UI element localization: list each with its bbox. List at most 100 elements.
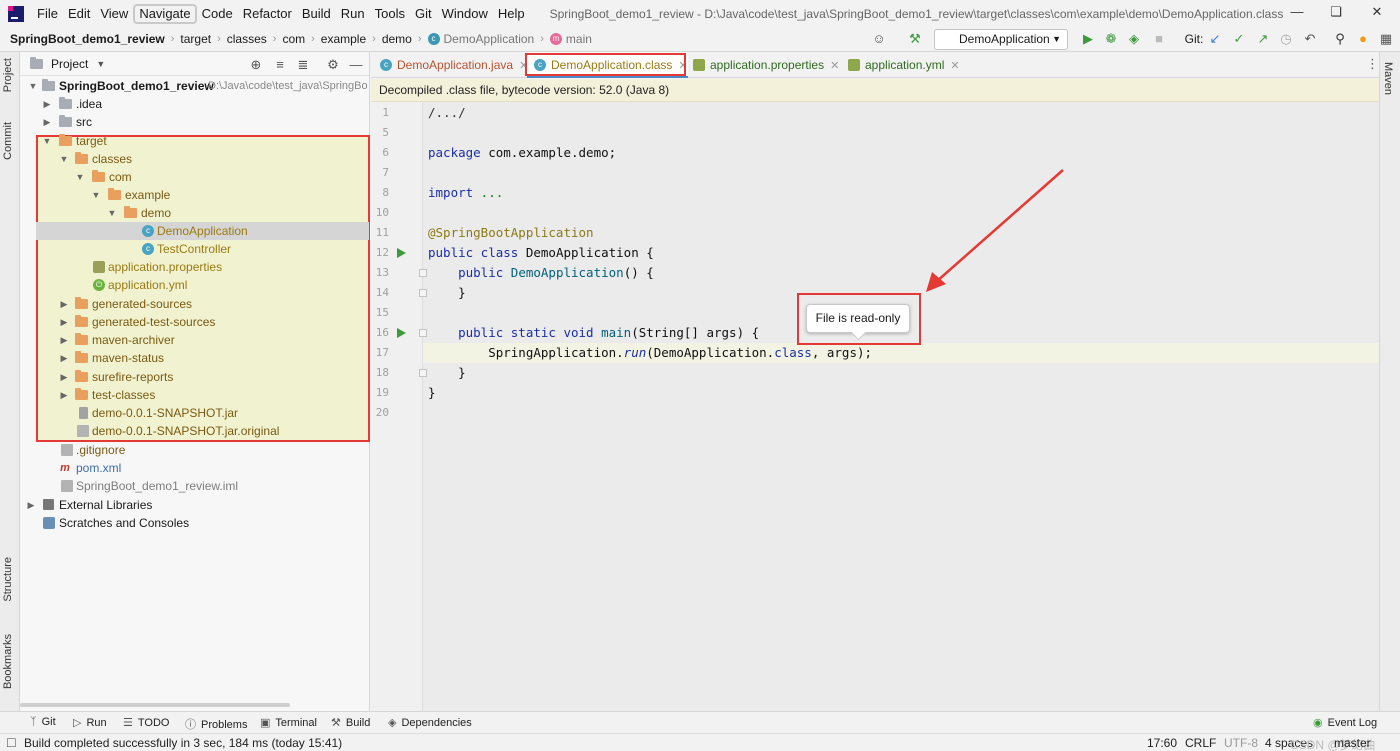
tree-row-snapshot-jar-original[interactable]: demo-0.0.1-SNAPSHOT.jar.original: [20, 422, 369, 440]
coverage-icon[interactable]: ◈: [1126, 31, 1142, 47]
close-window-icon[interactable]: ✕: [1368, 4, 1386, 20]
tree-row-external-libraries[interactable]: ▶ External Libraries: [20, 496, 369, 514]
chevron-down-icon[interactable]: ▼: [75, 168, 85, 186]
menu-git[interactable]: Git: [410, 0, 437, 27]
chevron-right-icon[interactable]: ▶: [59, 349, 69, 367]
tree-row-example[interactable]: ▼ example: [20, 186, 369, 204]
caret-position[interactable]: 17:60: [1147, 736, 1177, 750]
tab-application-properties[interactable]: application.properties ✕: [686, 52, 839, 78]
run-gutter-icon[interactable]: [397, 328, 406, 338]
menu-build[interactable]: Build: [297, 0, 336, 27]
chevron-right-icon[interactable]: ▶: [59, 313, 69, 331]
more-options-icon[interactable]: ⋮: [1366, 56, 1379, 72]
breadcrumb-demo[interactable]: demo: [382, 32, 412, 46]
menu-code[interactable]: Code: [197, 0, 238, 27]
chevron-down-icon[interactable]: ▼: [91, 186, 101, 204]
menu-tools[interactable]: Tools: [370, 0, 410, 27]
run-configuration-select[interactable]: DemoApplication ▼: [934, 29, 1068, 50]
tree-row-scratches[interactable]: Scratches and Consoles: [20, 514, 369, 532]
code-editor[interactable]: 1 5 6 7 8 10 11 12 13 14 15 16 17 18 19 …: [371, 102, 1379, 711]
tree-row-snapshot-jar[interactable]: demo-0.0.1-SNAPSHOT.jar: [20, 404, 369, 422]
code-token[interactable]: /.../: [428, 105, 466, 120]
close-tab-icon[interactable]: ✕: [830, 60, 839, 72]
chevron-right-icon[interactable]: ▶: [59, 295, 69, 313]
tree-row-gitignore[interactable]: .gitignore: [20, 441, 369, 459]
tool-problems-button[interactable]: ⓘ Problems: [185, 716, 247, 732]
tree-row-iml[interactable]: SpringBoot_demo1_review.iml: [20, 477, 369, 495]
tool-tab-bookmarks[interactable]: Bookmarks: [2, 634, 14, 689]
git-update-icon[interactable]: ↙: [1207, 31, 1223, 47]
tree-row-target[interactable]: ▼ target: [20, 132, 369, 150]
tool-build-button[interactable]: ⚒ Build: [331, 716, 370, 729]
tool-tab-project[interactable]: Project: [2, 58, 14, 92]
breadcrumb-demoapplication[interactable]: DemoApplication: [444, 32, 535, 46]
tree-row-pom[interactable]: m pom.xml: [20, 459, 369, 477]
rollback-icon[interactable]: ↶: [1302, 31, 1318, 47]
maximize-icon[interactable]: ❏: [1327, 4, 1345, 20]
git-commit-icon[interactable]: ✓: [1231, 31, 1247, 47]
code-token[interactable]: ...: [473, 185, 504, 200]
menu-help[interactable]: Help: [493, 0, 530, 27]
user-icon[interactable]: ☺: [871, 31, 887, 47]
tree-row-testcontroller[interactable]: c TestController: [20, 240, 369, 258]
tool-todo-button[interactable]: ☰ TODO: [123, 716, 169, 729]
breadcrumb-classes[interactable]: classes: [227, 32, 267, 46]
chevron-right-icon[interactable]: ▶: [26, 496, 36, 514]
fold-marker-icon[interactable]: [419, 289, 427, 297]
tool-event-log-button[interactable]: ◉ Event Log: [1313, 716, 1377, 729]
chevron-right-icon[interactable]: ▶: [59, 368, 69, 386]
menu-view[interactable]: View: [95, 0, 133, 27]
minimize-icon[interactable]: —: [1288, 4, 1306, 19]
git-branch[interactable]: master: [1334, 736, 1371, 750]
menu-window[interactable]: Window: [437, 0, 493, 27]
tree-row-application-yml[interactable]: ⏻ application.yml: [20, 276, 369, 294]
tree-row-classes[interactable]: ▼ classes: [20, 150, 369, 168]
git-push-icon[interactable]: ↗: [1255, 31, 1271, 47]
breadcrumb-example[interactable]: example: [321, 32, 366, 46]
tree-row-maven-archiver[interactable]: ▶ maven-archiver: [20, 331, 369, 349]
tool-tab-maven[interactable]: Maven: [1382, 62, 1394, 95]
tree-row-demo[interactable]: ▼ demo: [20, 204, 369, 222]
fold-marker-icon[interactable]: [419, 329, 427, 337]
tree-row-maven-status[interactable]: ▶ maven-status: [20, 349, 369, 367]
stop-icon[interactable]: ■: [1151, 31, 1167, 47]
debug-icon[interactable]: ❁: [1103, 31, 1119, 47]
fold-marker-icon[interactable]: [419, 369, 427, 377]
tab-demoapplication-java[interactable]: c DemoApplication.java ✕: [373, 52, 528, 78]
tree-row-test-classes[interactable]: ▶ test-classes: [20, 386, 369, 404]
tool-git-button[interactable]: ᛉ Git: [30, 716, 56, 728]
status-message[interactable]: Build completed successfully in 3 sec, 1…: [24, 736, 342, 750]
history-icon[interactable]: ◷: [1278, 31, 1294, 47]
breadcrumb-target[interactable]: target: [180, 32, 211, 46]
tool-dependencies-button[interactable]: ◈ Dependencies: [388, 716, 472, 729]
menu-refactor[interactable]: Refactor: [238, 0, 297, 27]
line-separator[interactable]: CRLF: [1185, 736, 1216, 750]
breadcrumb-project[interactable]: SpringBoot_demo1_review: [10, 32, 165, 46]
file-encoding[interactable]: UTF-8: [1224, 736, 1258, 750]
tool-tab-commit[interactable]: Commit: [2, 122, 14, 160]
menu-file[interactable]: File: [32, 0, 63, 27]
tree-row-generated-sources[interactable]: ▶ generated-sources: [20, 295, 369, 313]
horizontal-scrollbar[interactable]: [20, 703, 290, 707]
tree-row-com[interactable]: ▼ com: [20, 168, 369, 186]
tool-tab-structure[interactable]: Structure: [2, 557, 14, 602]
tool-run-button[interactable]: ▷ Run: [73, 716, 107, 729]
breadcrumb-main[interactable]: main: [566, 32, 592, 46]
run-icon[interactable]: ▶: [1080, 31, 1096, 47]
menu-edit[interactable]: Edit: [63, 0, 95, 27]
close-tab-icon[interactable]: ✕: [950, 60, 959, 72]
tree-row-surefire-reports[interactable]: ▶ surefire-reports: [20, 368, 369, 386]
run-gutter-icon[interactable]: [397, 248, 406, 258]
build-hammer-icon[interactable]: ⚒: [907, 31, 923, 47]
chevron-down-icon[interactable]: ▼: [107, 204, 117, 222]
chevron-right-icon[interactable]: ▶: [59, 386, 69, 404]
fold-marker-icon[interactable]: [419, 269, 427, 277]
tree-row-demoapplication[interactable]: c DemoApplication: [36, 222, 369, 240]
chevron-down-icon[interactable]: ▼: [42, 132, 52, 150]
menu-run[interactable]: Run: [336, 0, 370, 27]
update-icon[interactable]: ●: [1355, 31, 1371, 47]
chevron-down-icon[interactable]: ▼: [59, 150, 69, 168]
tree-row-generated-test-sources[interactable]: ▶ generated-test-sources: [20, 313, 369, 331]
tree-row-application-properties[interactable]: application.properties: [20, 258, 369, 276]
search-icon[interactable]: ⚲: [1332, 31, 1348, 47]
